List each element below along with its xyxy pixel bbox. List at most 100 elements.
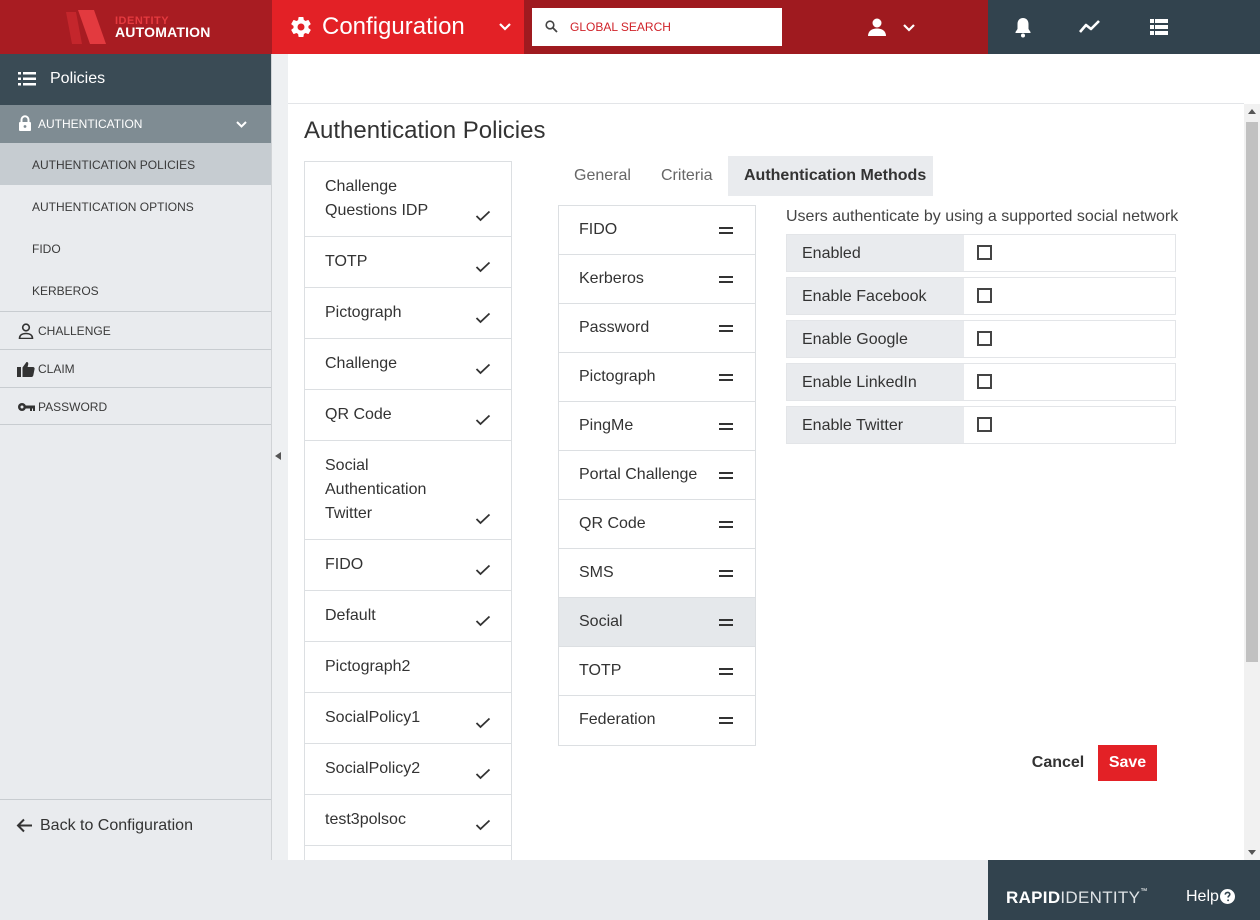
sidebar-item-fido[interactable]: FIDO [0,227,271,269]
option-checkbox[interactable] [977,331,992,346]
sidebar-section-authentication[interactable]: AUTHENTICATION [0,105,271,143]
main-top-strip [288,54,1244,104]
module-switcher[interactable]: Configuration [272,0,524,54]
option-row: Enable Google [786,320,1176,358]
policy-item[interactable]: Social Authentication Twitter [305,441,511,540]
option-checkbox[interactable] [977,245,992,260]
sidebar: Policies AUTHENTICATION AUTHENTICATION P… [0,54,272,860]
activity-icon[interactable] [1079,16,1101,38]
thumbs-up-icon [17,362,35,377]
method-item[interactable]: PingMe [559,402,755,451]
sidebar-group-challenge[interactable]: CHALLENGE [0,311,271,349]
tab-general[interactable]: General [558,156,645,196]
drag-handle-icon[interactable] [719,618,733,626]
option-checkbox[interactable] [977,417,992,432]
drag-handle-icon[interactable] [719,471,733,479]
cancel-button[interactable]: Cancel [1028,745,1088,781]
policy-item[interactable]: test3polsoc [305,795,511,846]
vertical-scrollbar[interactable] [1244,104,1260,860]
policy-item[interactable]: Pictograph [305,288,511,339]
lock-icon [19,115,31,131]
method-item[interactable]: Social [559,598,755,647]
brand-logo[interactable]: IDENTITY AUTOMATION [0,0,272,54]
method-item[interactable]: QR Code [559,500,755,549]
check-icon [475,312,491,324]
method-item[interactable]: Pictograph [559,353,755,402]
policy-item[interactable]: Challenge [305,339,511,390]
scrollbar-thumb[interactable] [1246,122,1258,662]
method-name: Social [579,613,623,630]
option-checkbox[interactable] [977,288,992,303]
policy-item[interactable]: Challenge Questions IDP [305,162,511,237]
policy-item[interactable]: FIDO [305,540,511,591]
method-item[interactable]: Portal Challenge [559,451,755,500]
check-icon [475,414,491,426]
drag-handle-icon[interactable] [719,373,733,381]
bell-icon[interactable] [1012,16,1034,38]
back-to-configuration-link[interactable]: Back to Configuration [0,799,271,851]
policy-item[interactable]: SocialPolicy Linkedin [305,846,511,860]
option-label-cell: Enable Twitter [787,407,964,443]
policy-item[interactable]: SocialPolicy2 [305,744,511,795]
scroll-down-arrow-icon[interactable] [1248,850,1256,855]
logo-mark-icon [66,10,106,44]
drag-handle-icon[interactable] [719,520,733,528]
sidebar-group-password[interactable]: PASSWORD [0,387,271,425]
sidebar-item-authentication-options[interactable]: AUTHENTICATION OPTIONS [0,185,271,227]
tab-label: Authentication Methods [744,167,927,184]
option-row: Enabled [786,234,1176,272]
option-label: Enable LinkedIn [802,374,917,391]
option-row: Enable Twitter [786,406,1176,444]
sidebar-group-claim[interactable]: CLAIM [0,349,271,387]
tab-label: General [574,167,631,184]
tab-criteria[interactable]: Criteria [645,156,728,196]
sidebar-item-label: KERBEROS [32,284,99,298]
method-item[interactable]: Password [559,304,755,353]
policy-name: Challenge [325,355,398,372]
method-item[interactable]: TOTP [559,647,755,696]
drag-handle-icon[interactable] [719,667,733,675]
sidebar-group-label: CHALLENGE [38,324,111,338]
check-icon [475,363,491,375]
option-checkbox[interactable] [977,374,992,389]
drag-handle-icon[interactable] [719,226,733,234]
method-item[interactable]: Kerberos [559,255,755,304]
policy-item[interactable]: Pictograph2 [305,642,511,693]
search-icon [545,20,558,33]
user-menu[interactable] [862,14,922,40]
sidebar-item-kerberos[interactable]: KERBEROS [0,269,271,311]
policy-item[interactable]: QR Code [305,390,511,441]
list-icon[interactable] [1148,16,1170,38]
gear-icon [291,17,311,38]
sidebar-item-authentication-policies[interactable]: AUTHENTICATION POLICIES [0,143,271,185]
policy-name: FIDO [325,556,364,573]
policy-item[interactable]: Default [305,591,511,642]
policy-item[interactable]: TOTP [305,237,511,288]
sidebar-collapse-handle[interactable] [272,54,288,860]
scroll-up-arrow-icon[interactable] [1248,109,1256,114]
global-search [532,8,782,46]
policy-item[interactable]: SocialPolicy1 [305,693,511,744]
policy-name: SocialPolicy2 [325,760,421,777]
method-item[interactable]: SMS [559,549,755,598]
check-icon [475,564,491,576]
drag-handle-icon[interactable] [719,275,733,283]
sidebar-header: Policies [0,54,271,105]
drag-handle-icon[interactable] [719,569,733,577]
option-label: Enable Twitter [802,417,904,434]
check-icon [475,261,491,273]
search-input[interactable] [570,17,770,37]
method-item[interactable]: FIDO [559,206,755,255]
save-button[interactable]: Save [1098,745,1157,781]
method-description: Users authenticate by using a supported … [786,208,1179,225]
method-item[interactable]: Federation [559,696,755,745]
help-icon[interactable] [1220,889,1235,904]
drag-handle-icon[interactable] [719,422,733,430]
drag-handle-icon[interactable] [719,324,733,332]
method-name: Kerberos [579,270,644,287]
drag-handle-icon[interactable] [719,716,733,724]
sidebar-item-label: FIDO [32,242,61,256]
check-icon [475,615,491,627]
help-link[interactable]: Help [1186,888,1219,906]
tab-authentication-methods[interactable]: Authentication Methods [728,156,933,196]
